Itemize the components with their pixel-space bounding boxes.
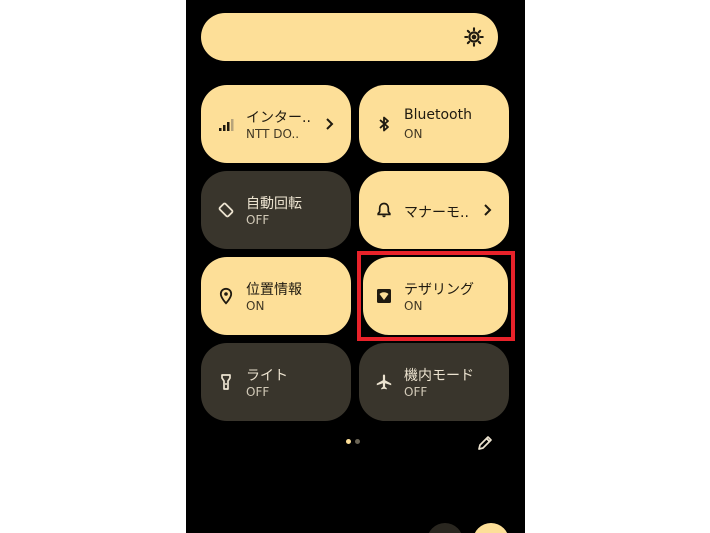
brightness-slider[interactable] <box>201 13 498 61</box>
chevron-right-icon[interactable] <box>483 203 493 217</box>
tile-subtitle: ON <box>246 299 265 313</box>
tile-title: Bluetooth <box>404 107 472 123</box>
tile-title: マナーモ.. <box>404 205 469 221</box>
bluetooth-icon <box>379 116 389 132</box>
tile-auto-rotate[interactable]: 自動回転 OFF <box>201 171 351 249</box>
page-dot <box>355 439 360 444</box>
signal-icon <box>219 119 234 131</box>
location-pin-icon <box>219 287 233 305</box>
tile-bluetooth[interactable]: Bluetooth ON <box>359 85 509 163</box>
tile-title: インター.. <box>246 110 311 126</box>
pencil-icon[interactable] <box>476 434 494 452</box>
bell-icon <box>377 202 391 218</box>
bottom-button[interactable] <box>427 523 463 533</box>
tile-title: 位置情報 <box>246 282 302 298</box>
rotate-icon <box>218 202 234 218</box>
airplane-icon <box>376 374 392 390</box>
tile-subtitle: ON <box>404 127 423 141</box>
tile-location[interactable]: 位置情報 ON <box>201 257 351 335</box>
tile-title: ライト <box>246 368 288 384</box>
bottom-button[interactable] <box>473 523 509 533</box>
tile-flashlight[interactable]: ライト OFF <box>201 343 351 421</box>
quick-settings-panel: インター.. NTT DO.. Bluetooth ON 自動回転 OFF マナ… <box>186 0 525 533</box>
tile-subtitle: OFF <box>246 213 270 227</box>
brightness-icon <box>464 27 484 47</box>
page-dot-active <box>346 439 351 444</box>
tile-manner-mode[interactable]: マナーモ.. <box>359 171 509 249</box>
tile-subtitle: OFF <box>246 385 270 399</box>
tile-mobile-data[interactable]: インター.. NTT DO.. <box>201 85 351 163</box>
tile-title: 機内モード <box>404 368 474 384</box>
tile-title: 自動回転 <box>246 196 302 212</box>
tile-airplane-mode[interactable]: 機内モード OFF <box>359 343 509 421</box>
chevron-right-icon[interactable] <box>325 117 335 131</box>
flashlight-icon <box>221 374 231 390</box>
highlight-box <box>357 251 515 341</box>
tile-subtitle: OFF <box>404 385 428 399</box>
tile-subtitle: NTT DO.. <box>246 127 300 141</box>
